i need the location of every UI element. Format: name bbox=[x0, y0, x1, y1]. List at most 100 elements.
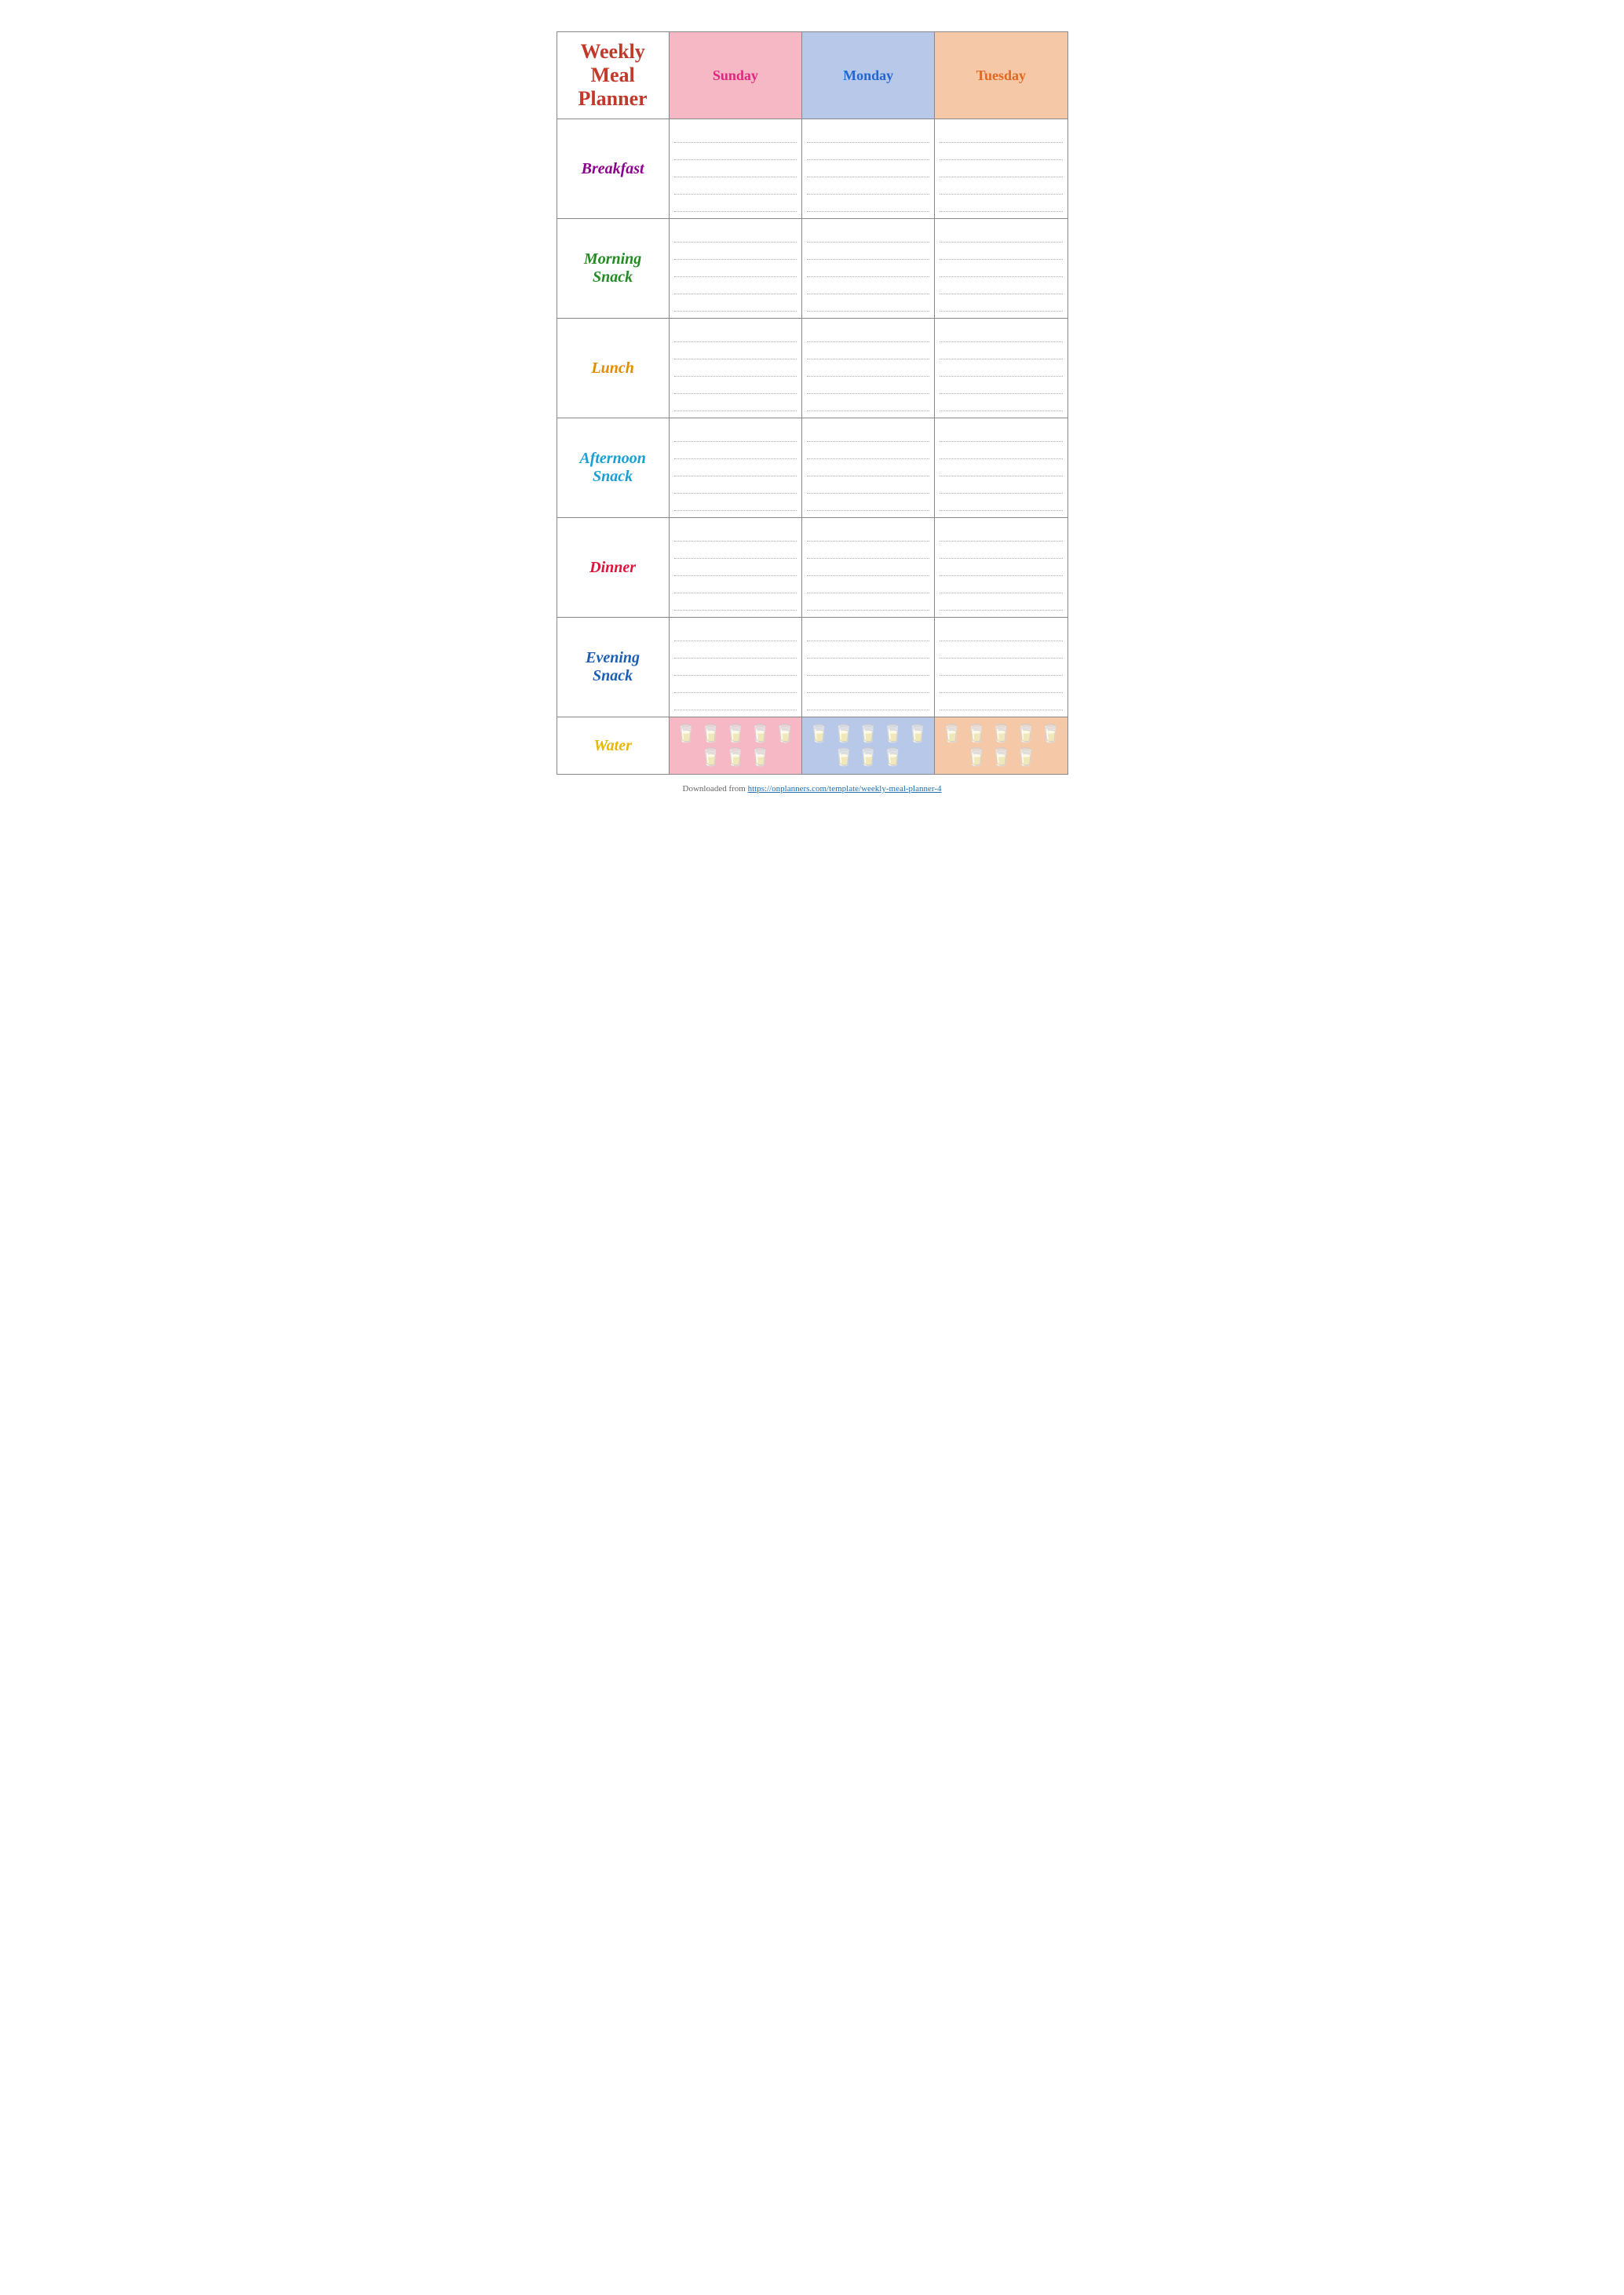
line bbox=[940, 126, 1062, 143]
line bbox=[807, 294, 929, 312]
line bbox=[940, 659, 1062, 676]
line bbox=[674, 524, 797, 542]
page: Weekly Meal Planner Sunday Monday Tuesda… bbox=[538, 16, 1087, 817]
water-tuesday-cell[interactable]: 🥛 🥛 🥛 🥛 🥛 🥛 🥛 🥛 bbox=[935, 717, 1067, 775]
water-label: Water bbox=[593, 737, 632, 754]
line bbox=[674, 195, 797, 212]
lunch-label: Lunch bbox=[591, 359, 633, 377]
lunch-sunday-cell[interactable] bbox=[669, 319, 801, 418]
water-tuesday-glasses: 🥛 🥛 🥛 🥛 🥛 🥛 🥛 🥛 bbox=[940, 724, 1062, 768]
line bbox=[674, 459, 797, 476]
glass-icon: 🥛 bbox=[724, 724, 746, 744]
line bbox=[807, 126, 929, 143]
line bbox=[807, 659, 929, 676]
line bbox=[674, 260, 797, 277]
glass-icon: 🥛 bbox=[965, 724, 987, 744]
glass-icon: 🥛 bbox=[907, 724, 928, 744]
dinner-sunday-lines bbox=[674, 524, 797, 611]
line bbox=[940, 225, 1062, 243]
morning-snack-tuesday-cell[interactable] bbox=[935, 219, 1067, 319]
lunch-tuesday-cell[interactable] bbox=[935, 319, 1067, 418]
dinner-label: Dinner bbox=[589, 559, 636, 576]
line bbox=[674, 676, 797, 693]
afternoon-snack-label: AfternoonSnack bbox=[579, 450, 645, 485]
line bbox=[674, 126, 797, 143]
line bbox=[674, 576, 797, 593]
evening-snack-sunday-cell[interactable] bbox=[669, 618, 801, 717]
line bbox=[940, 277, 1062, 294]
glass-icon: 🥛 bbox=[750, 747, 771, 768]
water-label-cell: Water bbox=[557, 717, 669, 775]
lunch-monday-cell[interactable] bbox=[801, 319, 934, 418]
glass-icon: 🥛 bbox=[675, 724, 696, 744]
lunch-label-cell: Lunch bbox=[557, 319, 669, 418]
line bbox=[940, 676, 1062, 693]
evening-snack-monday-cell[interactable] bbox=[801, 618, 934, 717]
line bbox=[674, 342, 797, 359]
monday-label: Monday bbox=[843, 68, 893, 83]
water-monday-cell[interactable]: 🥛 🥛 🥛 🥛 🥛 🥛 🥛 🥛 bbox=[801, 717, 934, 775]
morning-snack-sunday-cell[interactable] bbox=[669, 219, 801, 319]
glass-icon: 🥛 bbox=[857, 724, 878, 744]
line bbox=[674, 160, 797, 177]
glass-icon: 🥛 bbox=[833, 747, 854, 768]
line bbox=[674, 243, 797, 260]
dinner-monday-cell[interactable] bbox=[801, 518, 934, 618]
water-sunday-cell[interactable]: 🥛 🥛 🥛 🥛 🥛 🥛 🥛 🥛 bbox=[669, 717, 801, 775]
dinner-row: Dinner bbox=[557, 518, 1067, 618]
line bbox=[940, 177, 1062, 195]
line bbox=[940, 260, 1062, 277]
breakfast-sunday-lines bbox=[674, 126, 797, 212]
lunch-tuesday-lines bbox=[940, 325, 1062, 411]
evening-snack-tuesday-cell[interactable] bbox=[935, 618, 1067, 717]
line bbox=[940, 143, 1062, 160]
breakfast-tuesday-cell[interactable] bbox=[935, 119, 1067, 219]
line bbox=[674, 377, 797, 394]
line bbox=[940, 542, 1062, 559]
footer-link[interactable]: https://onplanners.com/template/weekly-m… bbox=[748, 784, 942, 794]
line bbox=[807, 160, 929, 177]
dinner-monday-lines bbox=[807, 524, 929, 611]
line bbox=[674, 693, 797, 710]
afternoon-snack-sunday-cell[interactable] bbox=[669, 418, 801, 518]
line bbox=[940, 576, 1062, 593]
line bbox=[807, 243, 929, 260]
line bbox=[807, 394, 929, 411]
line bbox=[807, 277, 929, 294]
line bbox=[807, 593, 929, 611]
breakfast-sunday-cell[interactable] bbox=[669, 119, 801, 219]
morning-snack-label-cell: MorningSnack bbox=[557, 219, 669, 319]
line bbox=[940, 459, 1062, 476]
line bbox=[807, 260, 929, 277]
morning-snack-sunday-lines bbox=[674, 225, 797, 312]
line bbox=[940, 641, 1062, 659]
planner-table: Weekly Meal Planner Sunday Monday Tuesda… bbox=[557, 31, 1068, 775]
afternoon-snack-row: AfternoonSnack bbox=[557, 418, 1067, 518]
lunch-row: Lunch bbox=[557, 319, 1067, 418]
line bbox=[807, 143, 929, 160]
dinner-sunday-cell[interactable] bbox=[669, 518, 801, 618]
water-sunday-glasses: 🥛 🥛 🥛 🥛 🥛 🥛 🥛 🥛 bbox=[674, 724, 797, 768]
afternoon-snack-tuesday-cell[interactable] bbox=[935, 418, 1067, 518]
glass-icon: 🥛 bbox=[808, 724, 830, 744]
line bbox=[807, 195, 929, 212]
line bbox=[807, 359, 929, 377]
line bbox=[940, 160, 1062, 177]
breakfast-label-cell: Breakfast bbox=[557, 119, 669, 219]
dinner-tuesday-cell[interactable] bbox=[935, 518, 1067, 618]
line bbox=[674, 593, 797, 611]
line bbox=[674, 559, 797, 576]
glass-icon: 🥛 bbox=[750, 724, 771, 744]
line bbox=[807, 377, 929, 394]
afternoon-snack-monday-lines bbox=[807, 425, 929, 511]
line bbox=[807, 524, 929, 542]
breakfast-monday-cell[interactable] bbox=[801, 119, 934, 219]
line bbox=[807, 425, 929, 442]
glass-icon: 🥛 bbox=[833, 724, 854, 744]
lunch-monday-lines bbox=[807, 325, 929, 411]
line bbox=[940, 559, 1062, 576]
line bbox=[940, 294, 1062, 312]
line bbox=[807, 624, 929, 641]
morning-snack-monday-cell[interactable] bbox=[801, 219, 934, 319]
afternoon-snack-monday-cell[interactable] bbox=[801, 418, 934, 518]
